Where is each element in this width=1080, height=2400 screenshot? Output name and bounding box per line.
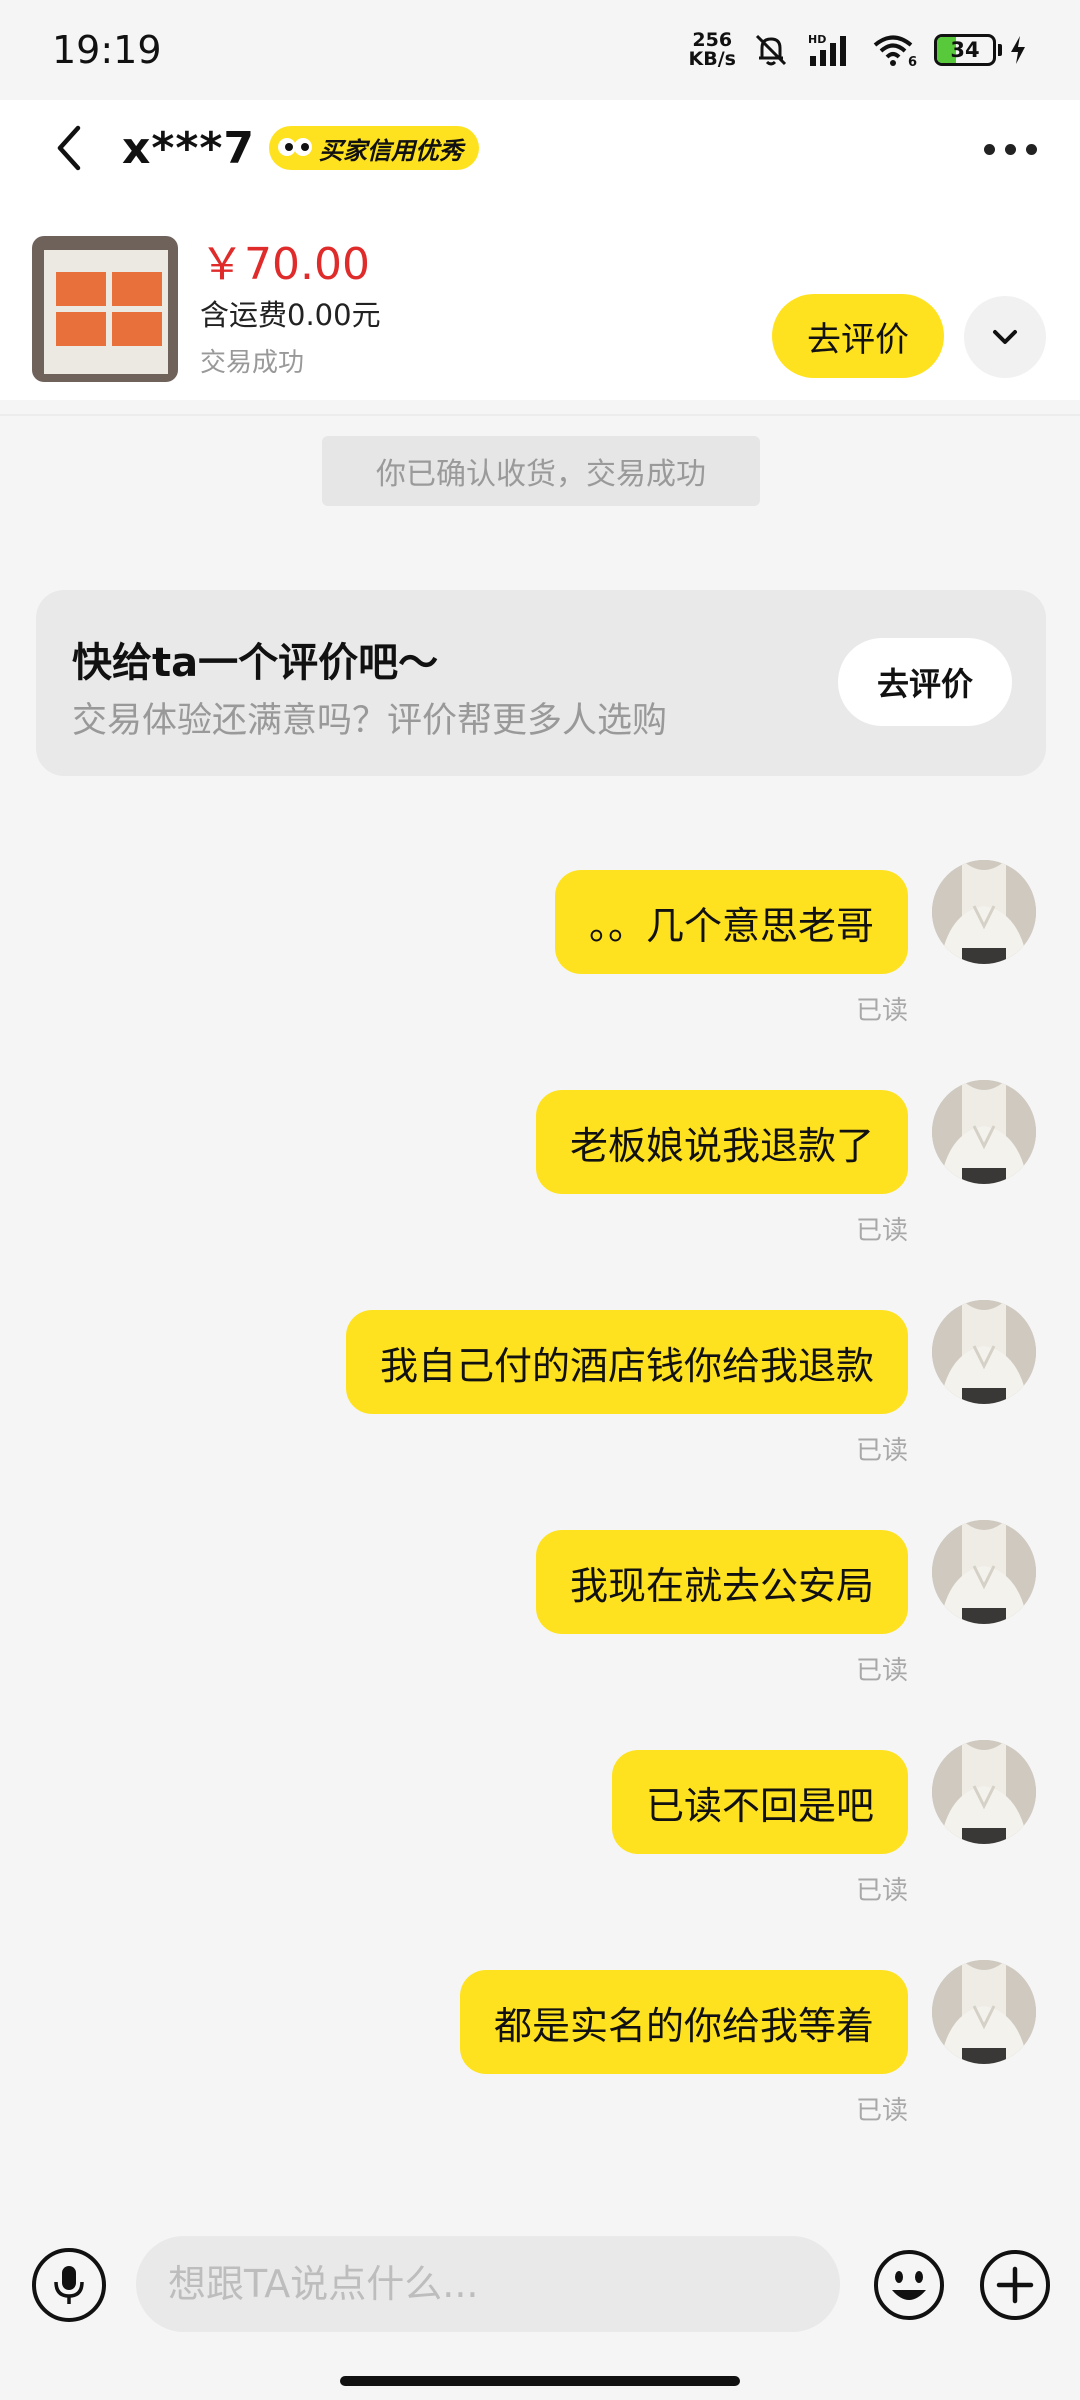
- input-bar: [0, 2200, 1080, 2400]
- message-bubble[interactable]: 已读不回是吧: [611, 1750, 908, 1854]
- system-notice: 你已确认收货，交易成功: [322, 436, 760, 506]
- review-card-title: 快给ta一个评价吧～: [72, 640, 439, 686]
- header-divider: [0, 414, 1080, 416]
- message-bubble[interactable]: 我自己付的酒店钱你给我退款: [345, 1310, 908, 1414]
- voice-button[interactable]: [32, 2248, 106, 2322]
- home-indicator[interactable]: [340, 2376, 740, 2386]
- avatar[interactable]: [932, 1960, 1036, 2064]
- more-icon: [1004, 143, 1016, 155]
- read-status: 已读: [855, 996, 908, 1026]
- avatar[interactable]: [932, 1520, 1036, 1624]
- product-price: ￥70.00: [200, 239, 370, 290]
- battery-tip: [998, 44, 1002, 56]
- avatar[interactable]: [932, 1740, 1036, 1844]
- review-card-button[interactable]: 去评价: [838, 638, 1012, 726]
- read-status: 已读: [855, 2096, 908, 2126]
- battery-level: 34: [950, 38, 980, 62]
- review-button[interactable]: 去评价: [772, 294, 944, 378]
- status-icons: 256 KB/s HD 6 34: [689, 31, 1028, 69]
- network-speed-unit: KB/s: [688, 48, 736, 70]
- battery-indicator: 34: [934, 34, 1028, 66]
- back-arrow-icon: [57, 125, 81, 171]
- signal-hd-label: HD: [808, 33, 826, 46]
- message-row: 已读不回是吧 已读: [0, 1740, 1080, 1950]
- network-speed: 256 KB/s: [689, 31, 736, 69]
- message-row: 老板娘说我退款了 已读: [0, 1080, 1080, 1290]
- message-bubble[interactable]: 都是实名的你给我等着: [459, 1970, 908, 2074]
- product-thumbnail[interactable]: [32, 236, 178, 382]
- read-status: 已读: [855, 1656, 908, 1686]
- read-status: 已读: [855, 1436, 908, 1466]
- avatar[interactable]: [932, 1080, 1036, 1184]
- expand-button[interactable]: [964, 296, 1046, 378]
- message-row: 都是实名的你给我等着 已读: [0, 1960, 1080, 2170]
- more-options-button[interactable]: [970, 114, 1050, 184]
- message-row: 我自己付的酒店钱你给我退款 已读: [0, 1300, 1080, 1510]
- nav-row: x***7 买家信用优秀: [0, 100, 1080, 196]
- chevron-down-icon: [993, 330, 1017, 344]
- trade-status: 交易成功: [200, 348, 305, 378]
- status-time: 19:19: [52, 28, 162, 72]
- shipping-fee: 含运费0.00元: [200, 298, 381, 332]
- product-image: [44, 250, 168, 374]
- wifi-6-label: 6: [908, 55, 917, 68]
- emoji-icon[interactable]: [872, 2248, 946, 2322]
- message-bubble[interactable]: 。。几个意思老哥: [554, 870, 908, 974]
- contact-name[interactable]: x***7: [122, 123, 255, 174]
- message-bubble[interactable]: 我现在就去公安局: [535, 1530, 908, 1634]
- avatar[interactable]: [932, 1300, 1036, 1404]
- review-card-subtitle: 交易体验还满意吗？评价帮更多人选购: [72, 701, 668, 741]
- badge-eyes-icon: [278, 138, 313, 156]
- more-icon: [1025, 143, 1037, 155]
- mute-bell-icon: [755, 34, 787, 66]
- plus-icon[interactable]: [978, 2248, 1052, 2322]
- read-status: 已读: [855, 1216, 908, 1246]
- avatar[interactable]: [932, 860, 1036, 964]
- more-icon: [983, 143, 995, 155]
- credit-badge-text: 买家信用优秀: [319, 136, 464, 165]
- charging-icon: [1011, 36, 1025, 64]
- signal-icon: HD: [808, 33, 846, 66]
- battery-icon: 34: [934, 34, 996, 66]
- status-bar: 19:19 256 KB/s HD 6 34: [0, 0, 1080, 100]
- message-bubble[interactable]: 老板娘说我退款了: [535, 1090, 908, 1194]
- credit-badge[interactable]: 买家信用优秀: [269, 126, 480, 170]
- message-input[interactable]: [136, 2236, 840, 2332]
- message-row: 我现在就去公安局 已读: [0, 1520, 1080, 1730]
- microphone-icon: [54, 2266, 84, 2304]
- chat-header: x***7 买家信用优秀 ￥70.00 含运费0.00元 交易成功 去评价: [0, 100, 1080, 416]
- back-button[interactable]: [30, 108, 110, 188]
- message-row: 。。几个意思老哥 已读: [0, 860, 1080, 1070]
- review-prompt-card: 快给ta一个评价吧～ 交易体验还满意吗？评价帮更多人选购 去评价: [36, 590, 1046, 776]
- read-status: 已读: [855, 1876, 908, 1906]
- wifi-icon: 6: [873, 35, 917, 68]
